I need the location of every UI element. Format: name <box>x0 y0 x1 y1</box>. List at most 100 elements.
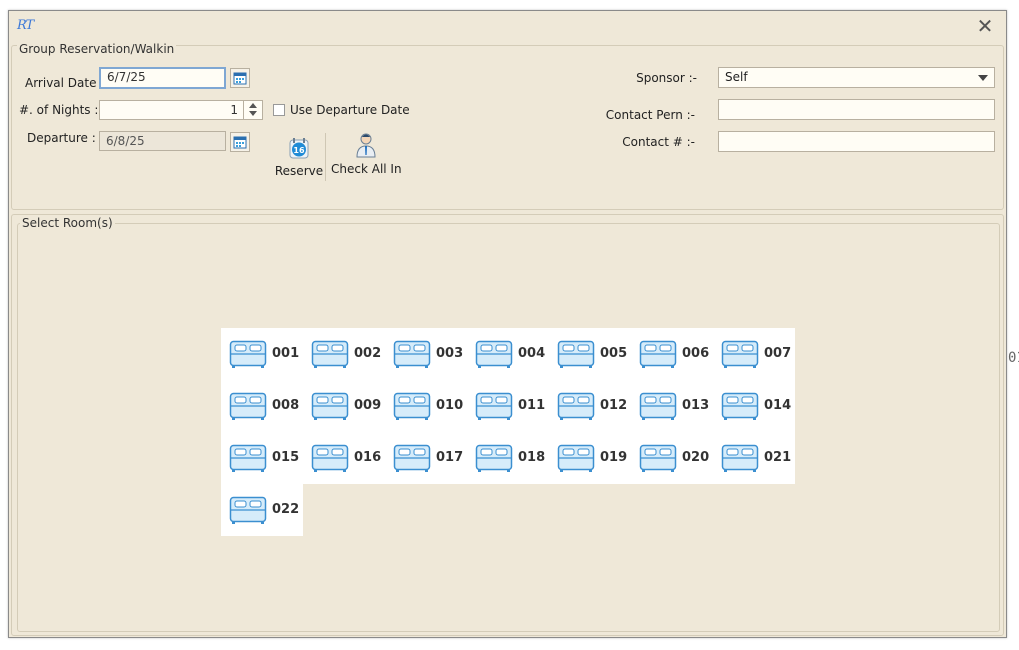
room-number: 004 <box>518 346 546 361</box>
reserve-button[interactable]: 16 Reserve <box>274 135 324 181</box>
bed-icon <box>639 340 677 368</box>
bed-icon <box>557 340 595 368</box>
close-icon: ✕ <box>976 14 994 38</box>
nights-label: #. of Nights : <box>19 103 99 117</box>
reserve-label: Reserve <box>274 164 324 178</box>
group-reservation-legend: Group Reservation/Walkin <box>17 42 177 56</box>
reserve-icon-text: 16 <box>293 146 305 155</box>
room-tile[interactable]: 020 <box>631 432 713 484</box>
app-logo: RT <box>17 18 34 33</box>
room-tile[interactable]: 002 <box>303 328 385 380</box>
room-tile[interactable]: 006 <box>631 328 713 380</box>
bed-icon <box>393 444 431 472</box>
room-tile[interactable]: 004 <box>467 328 549 380</box>
edge-text: 01 <box>1008 350 1019 366</box>
contact-number-input[interactable] <box>718 131 995 152</box>
room-tile[interactable]: 001 <box>221 328 303 380</box>
room-number: 018 <box>518 450 546 465</box>
bed-icon <box>311 340 349 368</box>
room-number: 007 <box>764 346 792 361</box>
room-tile[interactable]: 008 <box>221 380 303 432</box>
bed-icon <box>721 392 759 420</box>
room-number: 014 <box>764 398 792 413</box>
room-tile[interactable]: 010 <box>385 380 467 432</box>
arrival-date-label: Arrival Date : <box>25 76 105 90</box>
check-all-in-label: Check All In <box>331 162 402 176</box>
bed-icon <box>229 340 267 368</box>
departure-date-input[interactable]: 6/8/25 <box>99 131 226 151</box>
room-tile[interactable]: 022 <box>221 484 303 536</box>
room-tile[interactable]: 003 <box>385 328 467 380</box>
bed-icon <box>475 392 513 420</box>
group-reservation-window: RT ✕ Group Reservation/Walkin Arrival Da… <box>8 10 1007 638</box>
select-rooms-legend: Select Room(s) <box>20 216 115 230</box>
bed-icon <box>311 444 349 472</box>
room-number: 009 <box>354 398 382 413</box>
arrival-date-input[interactable]: 6/7/25 <box>99 67 226 89</box>
chevron-down-icon[interactable] <box>978 75 988 81</box>
check-all-in-button[interactable]: Check All In <box>331 131 402 181</box>
room-number: 008 <box>272 398 300 413</box>
sponsor-select[interactable]: Self <box>718 67 995 88</box>
room-number: 010 <box>436 398 464 413</box>
bed-icon <box>721 444 759 472</box>
contact-number-label: Contact # :- <box>622 135 695 149</box>
room-tile[interactable]: 007 <box>713 328 795 380</box>
room-number: 021 <box>764 450 792 465</box>
bed-icon <box>557 444 595 472</box>
room-number: 019 <box>600 450 628 465</box>
bed-icon <box>393 392 431 420</box>
room-number: 001 <box>272 346 300 361</box>
close-button[interactable]: ✕ <box>974 15 996 37</box>
use-departure-label: Use Departure Date <box>290 103 410 117</box>
room-number: 016 <box>354 450 382 465</box>
room-number: 006 <box>682 346 710 361</box>
arrival-calendar-button[interactable] <box>230 68 250 88</box>
room-number: 020 <box>682 450 710 465</box>
room-number: 003 <box>436 346 464 361</box>
room-number: 017 <box>436 450 464 465</box>
room-tile[interactable]: 013 <box>631 380 713 432</box>
nights-input[interactable]: 1 <box>99 100 263 120</box>
bed-icon <box>639 392 677 420</box>
room-tile[interactable]: 018 <box>467 432 549 484</box>
bed-icon <box>721 340 759 368</box>
room-number: 002 <box>354 346 382 361</box>
calendar-icon <box>233 72 247 85</box>
room-number: 011 <box>518 398 546 413</box>
contact-person-label: Contact Pern :- <box>605 108 695 122</box>
departure-calendar-button[interactable] <box>230 132 250 152</box>
room-tile[interactable]: 019 <box>549 432 631 484</box>
sponsor-value: Self <box>725 70 748 84</box>
room-tile[interactable]: 021 <box>713 432 795 484</box>
toolbar-separator <box>325 133 326 181</box>
room-tile[interactable]: 011 <box>467 380 549 432</box>
bed-icon <box>229 392 267 420</box>
bed-icon <box>639 444 677 472</box>
room-tile[interactable]: 009 <box>303 380 385 432</box>
room-tile[interactable]: 014 <box>713 380 795 432</box>
room-tile[interactable]: 017 <box>385 432 467 484</box>
room-tile[interactable]: 005 <box>549 328 631 380</box>
nights-stepper[interactable] <box>243 100 263 120</box>
bed-icon <box>393 340 431 368</box>
bed-icon <box>475 444 513 472</box>
decrement-icon[interactable] <box>249 111 257 116</box>
sponsor-label: Sponsor :- <box>636 71 697 85</box>
room-tile[interactable]: 016 <box>303 432 385 484</box>
bed-icon <box>229 444 267 472</box>
bed-icon <box>311 392 349 420</box>
room-tile[interactable]: 015 <box>221 432 303 484</box>
calendar-icon <box>233 136 247 149</box>
use-departure-checkbox[interactable] <box>273 104 285 116</box>
room-number: 005 <box>600 346 628 361</box>
room-number: 015 <box>272 450 300 465</box>
departure-label: Departure : <box>27 131 96 145</box>
person-icon <box>356 133 376 158</box>
room-number: 013 <box>682 398 710 413</box>
contact-person-input[interactable] <box>718 99 995 120</box>
room-tile[interactable]: 012 <box>549 380 631 432</box>
increment-icon[interactable] <box>249 103 257 108</box>
bed-icon <box>557 392 595 420</box>
room-number: 012 <box>600 398 628 413</box>
